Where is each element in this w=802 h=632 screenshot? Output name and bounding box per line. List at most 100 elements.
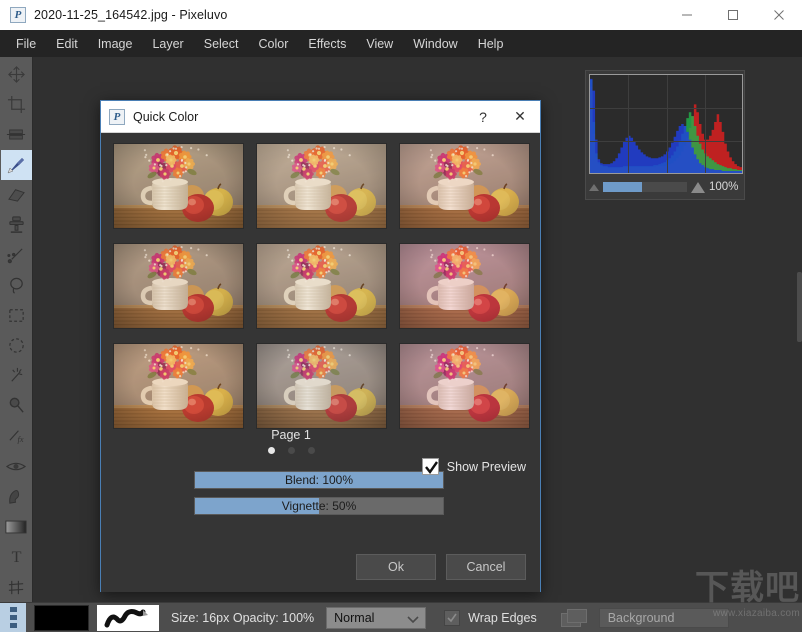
menu-window[interactable]: Window: [403, 33, 467, 55]
preset-thumbnail-8[interactable]: [256, 343, 387, 429]
smudge-tool[interactable]: [1, 481, 32, 511]
page-dot-1[interactable]: [267, 447, 275, 454]
canvas-vertical-scrollbar[interactable]: [797, 57, 802, 602]
lasso-tool[interactable]: [1, 270, 32, 300]
zoom-out-icon[interactable]: [589, 183, 599, 191]
app-icon: P: [10, 7, 26, 23]
still-life-preview: [400, 144, 529, 228]
blend-mode-value: Normal: [334, 610, 375, 625]
zoom-slider-track[interactable]: [603, 182, 687, 192]
zoom-slider-row[interactable]: 100%: [589, 178, 743, 196]
red-eye-tool[interactable]: [1, 451, 32, 481]
blend-mode-select[interactable]: Normal: [326, 606, 427, 630]
svg-text:fx: fx: [17, 434, 23, 444]
transform-tool[interactable]: [1, 119, 32, 149]
preset-thumbnail-3[interactable]: [399, 143, 530, 229]
still-life-preview: [257, 244, 386, 328]
zoom-in-icon[interactable]: [691, 181, 705, 193]
tools-palette: fx T: [0, 57, 33, 602]
text-tool[interactable]: T: [1, 542, 32, 572]
magic-wand-tool[interactable]: [1, 361, 32, 391]
dialog-titlebar: P Quick Color ? ✕: [101, 101, 540, 133]
show-preview-checkbox[interactable]: [421, 458, 439, 475]
preset-thumbnail-2[interactable]: [256, 143, 387, 229]
menu-file[interactable]: File: [6, 33, 46, 55]
zoom-slider-fill: [603, 182, 643, 192]
path-tool[interactable]: [1, 572, 32, 602]
eraser-tool[interactable]: [1, 180, 32, 210]
drag-handle-icon[interactable]: [0, 602, 26, 632]
page-dot-2[interactable]: [287, 447, 295, 454]
zoom-tool[interactable]: [1, 391, 32, 421]
histogram-svg: [590, 78, 742, 173]
still-life-preview: [257, 144, 386, 228]
maximize-icon[interactable]: [710, 0, 756, 30]
help-icon[interactable]: ?: [466, 109, 500, 125]
preset-thumbnail-5[interactable]: [256, 243, 387, 329]
menu-bar: File Edit Image Layer Select Color Effec…: [0, 30, 802, 57]
window-title: 2020-11-25_164542.jpg - Pixeluvo: [34, 8, 228, 22]
preset-thumbnail-9[interactable]: [399, 343, 530, 429]
preset-thumbnail-grid: [113, 143, 530, 429]
menu-color[interactable]: Color: [248, 33, 298, 55]
close-icon[interactable]: [756, 0, 802, 30]
show-preview-row[interactable]: Show Preview: [421, 458, 526, 475]
blend-slider[interactable]: Blend: 100%: [194, 471, 444, 489]
active-layer-name[interactable]: Background: [598, 607, 729, 628]
show-preview-label: Show Preview: [446, 459, 526, 474]
preset-thumbnail-4[interactable]: [113, 243, 244, 329]
still-life-preview: [114, 344, 243, 428]
healing-tool[interactable]: [1, 240, 32, 270]
crop-tool[interactable]: [1, 89, 32, 119]
menu-view[interactable]: View: [356, 33, 403, 55]
chevron-down-icon: [405, 611, 421, 630]
menu-select[interactable]: Select: [194, 33, 249, 55]
brush-preset-icon[interactable]: [97, 604, 159, 631]
menu-layer[interactable]: Layer: [142, 33, 193, 55]
dialog-close-icon[interactable]: ✕: [500, 108, 540, 125]
layers-icon[interactable]: [560, 607, 591, 629]
scrollbar-thumb[interactable]: [797, 272, 802, 342]
ellipse-select-tool[interactable]: [1, 331, 32, 361]
gradient-tool[interactable]: [1, 512, 32, 542]
preset-thumbnail-1[interactable]: [113, 143, 244, 229]
menu-effects[interactable]: Effects: [298, 33, 356, 55]
size-opacity-label: Size: 16px Opacity: 100%: [171, 610, 315, 625]
zoom-value-label: 100%: [709, 181, 739, 193]
blend-slider-label: Blend: 100%: [284, 473, 354, 487]
effects-tool[interactable]: fx: [1, 421, 32, 451]
minimize-icon[interactable]: [664, 0, 710, 30]
dialog-app-icon: P: [109, 108, 125, 125]
histogram-chart: [589, 74, 743, 174]
clone-stamp-tool[interactable]: [1, 210, 32, 240]
svg-text:T: T: [11, 550, 21, 567]
page-label: Page 1: [271, 428, 311, 442]
preset-thumbnail-7[interactable]: [113, 343, 244, 429]
rectangle-select-tool[interactable]: [1, 300, 32, 330]
wrap-edges-checkbox[interactable]: [444, 609, 461, 626]
still-life-preview: [114, 244, 243, 328]
application-window: P 2020-11-25_164542.jpg - Pixeluvo File …: [0, 0, 802, 632]
page-indicator: Page 1: [221, 428, 361, 454]
vignette-slider[interactable]: Vignette: 50%: [194, 497, 444, 515]
dialog-title: Quick Color: [133, 109, 199, 124]
window-titlebar: P 2020-11-25_164542.jpg - Pixeluvo: [0, 0, 802, 30]
foreground-color-swatch[interactable]: [34, 604, 89, 631]
ok-button[interactable]: Ok: [356, 554, 436, 580]
page-dot-3[interactable]: [307, 447, 315, 454]
page-dots[interactable]: [221, 447, 361, 454]
wrap-edges-label: Wrap Edges: [468, 610, 537, 625]
preset-thumbnail-6[interactable]: [399, 243, 530, 329]
brush-tool[interactable]: [0, 149, 32, 180]
move-tool[interactable]: [1, 59, 32, 89]
histogram-panel: 100%: [585, 70, 745, 200]
menu-edit[interactable]: Edit: [46, 33, 88, 55]
tool-options-bar: Size: 16px Opacity: 100% Normal Wrap Edg…: [0, 602, 802, 632]
still-life-preview: [400, 344, 529, 428]
cancel-button[interactable]: Cancel: [446, 554, 526, 580]
window-controls: [664, 0, 802, 30]
menu-image[interactable]: Image: [88, 33, 143, 55]
dialog-buttons: Ok Cancel: [356, 554, 526, 580]
menu-help[interactable]: Help: [468, 33, 514, 55]
dialog-body: Blend: 100% Vignette: 50% Page 1 Show Pr…: [101, 133, 540, 592]
